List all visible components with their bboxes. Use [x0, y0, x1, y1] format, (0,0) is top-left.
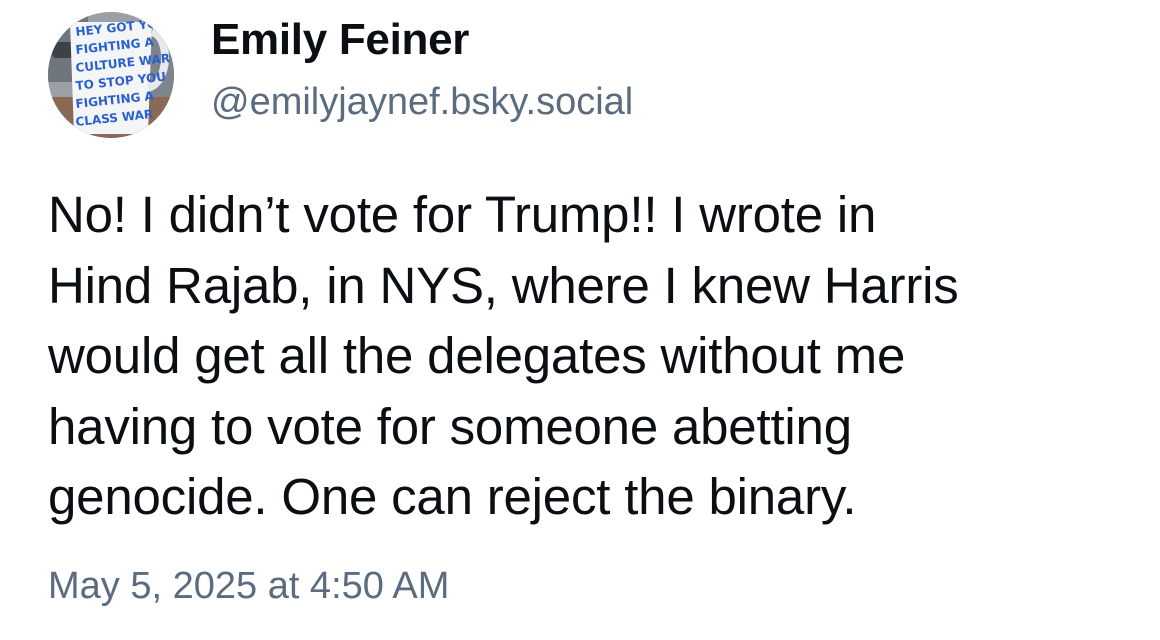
author-handle[interactable]: @emilyjaynef.bsky.social — [211, 81, 633, 124]
author-display-name[interactable]: Emily Feiner — [211, 15, 469, 65]
post-container: HEY GOT YOU FIGHTING A CULTURE WAR TO STOP … — [0, 0, 1160, 640]
post-text: No! I didn’t vote for Trump!! I wrote in… — [48, 186, 959, 525]
post-timestamp[interactable]: May 5, 2025 at 4:50 AM — [48, 565, 449, 608]
author-avatar[interactable]: HEY GOT YOU FIGHTING A CULTURE WAR TO STOP … — [48, 12, 174, 138]
avatar-mug-photo-icon: HEY GOT YOUFIGHTING ACULTURE WARTO STOP … — [48, 12, 174, 138]
